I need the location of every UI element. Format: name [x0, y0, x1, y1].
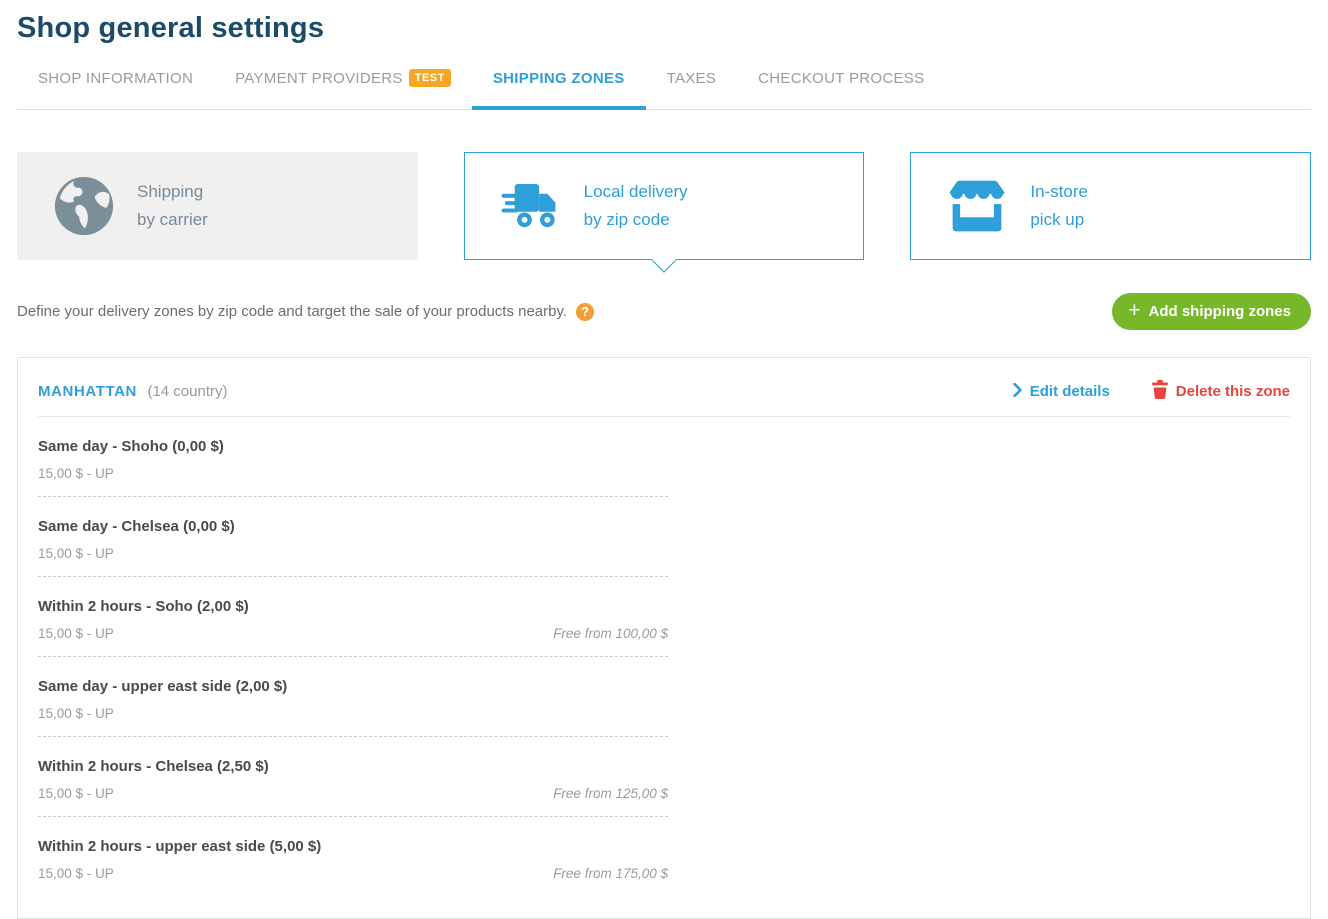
- add-button-label: Add shipping zones: [1149, 303, 1292, 320]
- trash-icon: [1152, 380, 1168, 403]
- zone-intro: Define your delivery zones by zip code a…: [17, 303, 594, 321]
- active-card-pointer: [651, 247, 676, 272]
- delivery-method-in-store-pickup[interactable]: In-store pick up: [910, 152, 1311, 260]
- rate-range: 15,00 $ - UP: [38, 466, 114, 481]
- settings-tabs: SHOP INFORMATION PAYMENT PROVIDERS TEST …: [17, 63, 1311, 110]
- rate-row: Same day - Chelsea (0,00 $) 15,00 $ - UP: [38, 497, 668, 577]
- delivery-method-label: In-store pick up: [1030, 178, 1088, 234]
- tab-payment-providers[interactable]: PAYMENT PROVIDERS TEST: [214, 63, 472, 109]
- shipping-zone-panel: MANHATTAN (14 country) Edit details: [17, 357, 1311, 919]
- chevron-right-icon: [1013, 383, 1022, 401]
- rate-title: Same day - Shoho (0,00 $): [38, 438, 668, 455]
- rate-range: 15,00 $ - UP: [38, 546, 114, 561]
- plus-icon: +: [1128, 300, 1140, 321]
- zone-intro-row: Define your delivery zones by zip code a…: [17, 293, 1311, 330]
- rate-row: Same day - upper east side (2,00 $) 15,0…: [38, 657, 668, 737]
- rate-row: Within 2 hours - Soho (2,00 $) 15,00 $ -…: [38, 577, 668, 657]
- delete-zone-label: Delete this zone: [1176, 383, 1290, 400]
- rates-list: Same day - Shoho (0,00 $) 15,00 $ - UP S…: [38, 417, 1290, 918]
- rate-row: Same day - Shoho (0,00 $) 15,00 $ - UP: [38, 417, 668, 497]
- delivery-method-shipping-by-carrier[interactable]: Shipping by carrier: [17, 152, 418, 260]
- intro-text: Define your delivery zones by zip code a…: [17, 303, 567, 320]
- test-badge: TEST: [409, 69, 451, 87]
- edit-details-link[interactable]: Edit details: [1013, 383, 1110, 401]
- tab-label: CHECKOUT PROCESS: [758, 70, 924, 87]
- delivery-method-cards: Shipping by carrier Local de: [17, 152, 1311, 260]
- storefront-icon: [946, 175, 1008, 237]
- tab-label: TAXES: [667, 70, 717, 87]
- question-circle-icon[interactable]: ?: [576, 303, 594, 321]
- rate-free-from: Free from 100,00 $: [553, 626, 668, 641]
- add-shipping-zones-button[interactable]: + Add shipping zones: [1112, 293, 1311, 330]
- delivery-method-label: Shipping by carrier: [137, 178, 208, 234]
- rate-title: Same day - upper east side (2,00 $): [38, 678, 668, 695]
- delete-zone-link[interactable]: Delete this zone: [1152, 380, 1290, 403]
- tab-label: PAYMENT PROVIDERS: [235, 70, 403, 87]
- rate-title: Within 2 hours - Soho (2,00 $): [38, 598, 668, 615]
- rate-range: 15,00 $ - UP: [38, 706, 114, 721]
- tab-checkout-process[interactable]: CHECKOUT PROCESS: [737, 63, 945, 109]
- tab-shipping-zones[interactable]: SHIPPING ZONES: [472, 63, 646, 109]
- zone-actions: Edit details Delete this zone: [1013, 380, 1290, 403]
- tab-label: SHIPPING ZONES: [493, 70, 625, 87]
- page-title: Shop general settings: [17, 0, 1311, 45]
- tab-shop-information[interactable]: SHOP INFORMATION: [17, 63, 214, 109]
- delivery-truck-icon: [500, 175, 562, 237]
- zone-country-count: (14 country): [147, 383, 227, 400]
- zone-title: MANHATTAN (14 country): [38, 383, 228, 401]
- rate-free-from: Free from 125,00 $: [553, 786, 668, 801]
- delivery-method-local-delivery[interactable]: Local delivery by zip code: [464, 152, 865, 260]
- rate-range: 15,00 $ - UP: [38, 786, 114, 801]
- rate-title: Within 2 hours - Chelsea (2,50 $): [38, 758, 668, 775]
- tab-taxes[interactable]: TAXES: [646, 63, 738, 109]
- rate-row: Within 2 hours - upper east side (5,00 $…: [38, 817, 668, 918]
- zone-header: MANHATTAN (14 country) Edit details: [38, 358, 1290, 417]
- shop-settings-page: Shop general settings SHOP INFORMATION P…: [0, 0, 1328, 919]
- rate-free-from: Free from 175,00 $: [553, 866, 668, 881]
- rate-title: Same day - Chelsea (0,00 $): [38, 518, 668, 535]
- rate-range: 15,00 $ - UP: [38, 626, 114, 641]
- globe-icon: [53, 175, 115, 237]
- zone-name: MANHATTAN: [38, 383, 137, 400]
- edit-details-label: Edit details: [1030, 383, 1110, 400]
- tab-label: SHOP INFORMATION: [38, 70, 193, 87]
- rate-title: Within 2 hours - upper east side (5,00 $…: [38, 838, 668, 855]
- rate-row: Within 2 hours - Chelsea (2,50 $) 15,00 …: [38, 737, 668, 817]
- rate-range: 15,00 $ - UP: [38, 866, 114, 881]
- delivery-method-label: Local delivery by zip code: [584, 178, 688, 234]
